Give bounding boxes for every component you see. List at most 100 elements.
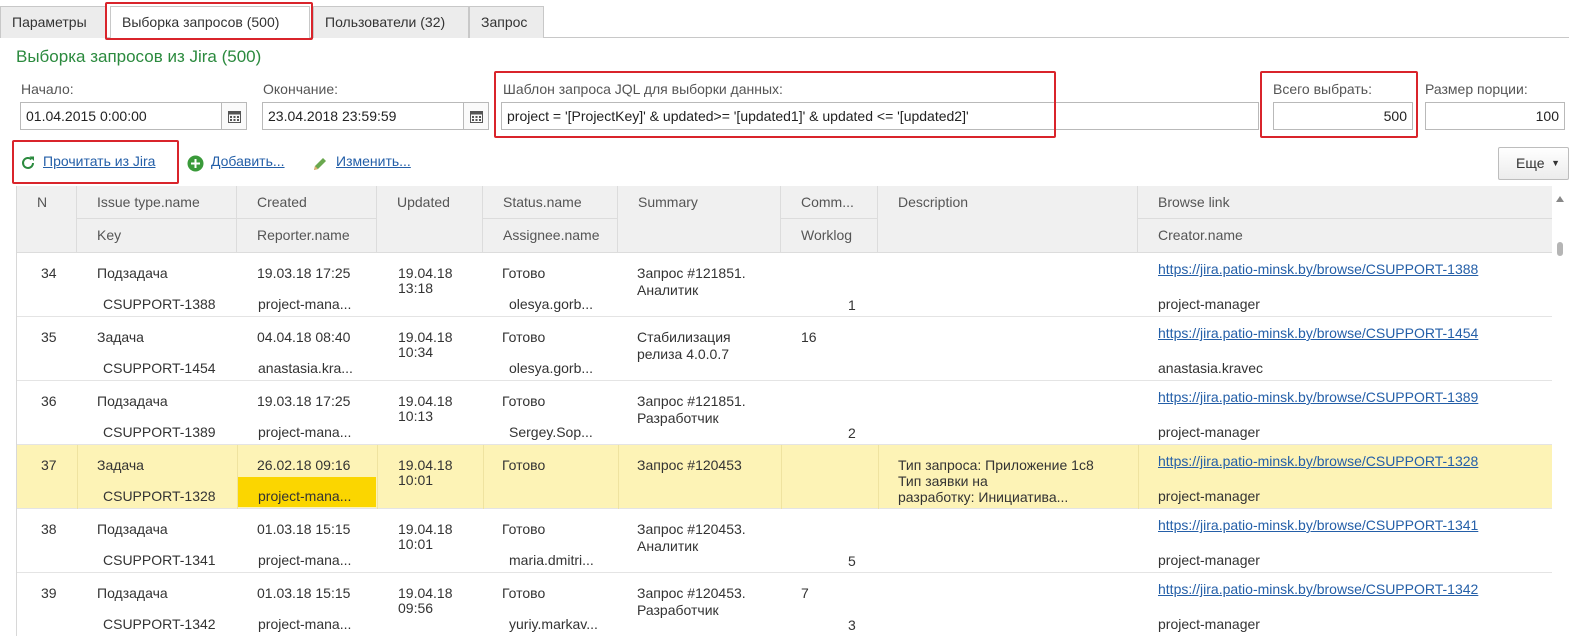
cell-description-line3: разработку: Инициатива... [898,489,1069,505]
cell-type: Подзадача [97,585,168,601]
cell-summary: Запрос #121851. [637,265,746,281]
cell-type: Задача [97,329,144,345]
cell-summary-line2: Разработчик [637,410,719,426]
portion-size-field[interactable]: 100 [1425,102,1565,130]
cell-created: 04.04.18 08:40 [257,329,351,345]
cell-comm: 16 [801,329,817,345]
add-icon [187,155,204,172]
cell-key: CSUPPORT-1389 [103,424,216,440]
refresh-icon [22,156,34,169]
header-creator[interactable]: Creator.name [1138,219,1552,253]
cell-description: Тип запроса: Приложение 1с8 [898,457,1094,473]
scroll-thumb[interactable] [1557,242,1563,256]
cell-reporter: project-mana... [258,488,352,504]
header-comm[interactable]: Comm... [781,186,878,219]
cell-reporter: project-mana... [258,552,352,568]
chevron-down-icon: ▼ [1551,158,1560,168]
read-from-jira-button[interactable]: Прочитать из Jira [43,153,155,169]
cell-summary: Стабилизация [637,329,731,345]
more-button[interactable]: Еще ▼ [1498,147,1569,180]
header-reporter[interactable]: Reporter.name [237,219,377,253]
cell-n: 39 [41,585,57,601]
cell-browse-link[interactable]: https://jira.patio-minsk.by/browse/CSUPP… [1158,389,1478,406]
edit-button[interactable]: Изменить... [336,153,411,169]
cell-updated-time: 10:01 [398,536,434,552]
header-summary[interactable]: Summary [618,186,781,253]
cell-worklog: 3 [848,617,856,633]
cell-creator: project-manager [1158,296,1260,312]
end-calendar-button[interactable] [463,102,489,130]
cell-reporter: project-mana... [258,296,352,312]
header-key[interactable]: Key [77,219,237,253]
cell-n: 34 [41,265,57,281]
start-label: Начало: [21,81,74,97]
cell-updated-time: 10:13 [398,408,434,424]
table-row[interactable]: 39 Подзадача CSUPPORT-1342 01.03.18 15:15 pr… [17,573,1552,636]
cell-n: 36 [41,393,57,409]
tab-users[interactable]: Пользователи (32) [313,6,469,38]
cell-summary: Запрос #120453 [637,457,742,473]
start-calendar-button[interactable] [221,102,247,130]
header-browse-link[interactable]: Browse link [1138,186,1552,219]
cell-summary-line2: релиза 4.0.0.7 [637,346,730,362]
tab-issue-selection[interactable]: Выборка запросов (500) [110,6,310,39]
jql-template-field[interactable]: project = '[ProjectKey]' & updated>= '[u… [501,102,1259,130]
tab-request[interactable]: Запрос [469,6,544,38]
table-row[interactable]: 35 Задача CSUPPORT-1454 04.04.18 08:40 anast… [17,317,1552,381]
cell-status: Готово [502,329,546,345]
end-date-field[interactable]: 23.04.2018 23:59:59 [262,102,464,130]
vertical-scrollbar[interactable] [1552,186,1569,636]
header-created[interactable]: Created [237,186,377,219]
table-row[interactable]: 38 Подзадача CSUPPORT-1341 01.03.18 15:15 pr… [17,509,1552,573]
cell-reporter: project-mana... [258,616,352,632]
header-status[interactable]: Status.name [483,186,618,219]
cell-description-line2: Тип заявки на [898,473,988,489]
calendar-icon [227,110,241,123]
cell-status: Готово [502,457,546,473]
table-row[interactable]: 37 Задача CSUPPORT-1328 26.02.18 09:16 proje… [17,445,1552,509]
more-label: Еще [1516,155,1545,171]
header-description[interactable]: Description [878,186,1138,253]
cell-creator: project-manager [1158,488,1260,504]
start-date-field[interactable]: 01.04.2015 0:00:00 [20,102,222,130]
header-updated[interactable]: Updated [377,186,483,253]
column-divider [781,445,782,509]
cell-browse-link[interactable]: https://jira.patio-minsk.by/browse/CSUPP… [1158,261,1478,278]
total-select-field[interactable]: 500 [1273,102,1413,130]
jql-label: Шаблон запроса JQL для выборки данных: [503,81,783,97]
cell-reporter: anastasia.kra... [258,360,353,376]
cell-browse-link[interactable]: https://jira.patio-minsk.by/browse/CSUPP… [1158,453,1478,470]
page-title: Выборка запросов из Jira (500) [16,47,262,66]
cell-assignee: olesya.gorb... [509,296,594,312]
cell-summary-line2: Разработчик [637,602,719,618]
tab-parameters[interactable]: Параметры [0,6,107,38]
cell-status: Готово [502,521,546,537]
cell-reporter: project-mana... [258,424,352,440]
cell-type: Подзадача [97,393,168,409]
cell-assignee: maria.dmitri... [509,552,594,568]
cell-summary: Запрос #121851. [637,393,746,409]
header-assignee[interactable]: Assignee.name [483,219,618,253]
cell-browse-link[interactable]: https://jira.patio-minsk.by/browse/CSUPP… [1158,581,1478,598]
cell-updated-time: 10:01 [398,472,434,488]
cell-key: CSUPPORT-1388 [103,296,216,312]
cell-created: 19.03.18 17:25 [257,265,351,281]
cell-worklog: 5 [848,553,856,569]
cell-n: 38 [41,521,57,537]
portion-label: Размер порции: [1425,81,1528,97]
cell-created: 19.03.18 17:25 [257,393,351,409]
header-issue-type[interactable]: Issue type.name [77,186,237,219]
cell-created: 01.03.18 15:15 [257,585,351,601]
column-divider [483,445,484,509]
header-worklog[interactable]: Worklog [781,219,878,253]
cell-browse-link[interactable]: https://jira.patio-minsk.by/browse/CSUPP… [1158,325,1478,342]
table-row[interactable]: 36 Подзадача CSUPPORT-1389 19.03.18 17:25 pr… [17,381,1552,445]
table-row[interactable]: 34 Подзадача CSUPPORT-1388 19.03.18 17:25 pr… [17,253,1552,317]
header-n[interactable]: N [17,186,77,253]
add-button[interactable]: Добавить... [211,153,285,169]
cell-type: Подзадача [97,521,168,537]
issues-table: N Issue type.name Key Created Reporter.n… [16,186,1552,636]
cell-browse-link[interactable]: https://jira.patio-minsk.by/browse/CSUPP… [1158,517,1478,534]
cell-creator: anastasia.kravec [1158,360,1264,376]
scroll-up-icon[interactable] [1556,196,1564,202]
